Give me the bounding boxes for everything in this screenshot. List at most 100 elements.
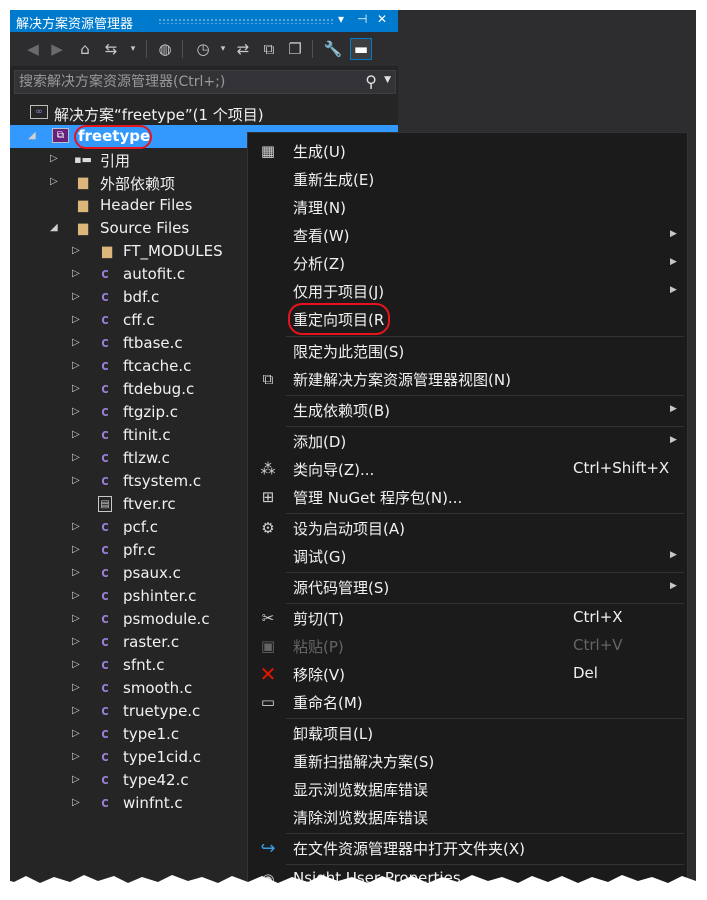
c-file-icon: c [100,703,110,719]
expand-arrow-icon[interactable]: ▷ [72,452,80,463]
menu-item-rescan-solution[interactable]: 重新扫描解决方案(S) [248,747,687,775]
expand-arrow-icon[interactable]: ▷ [72,475,80,486]
title-drag-grip[interactable] [158,18,334,24]
expand-arrow-icon[interactable]: ▷ [72,567,80,578]
cpp-project-icon: ⧉ [52,128,69,143]
menu-item-clean[interactable]: 清理(N) [248,193,687,221]
expand-arrow-icon[interactable]: ▷ [50,153,58,164]
menu-item-manage-nuget[interactable]: ⊞ 管理 NuGet 程序包(N)... [248,483,687,511]
menu-item-label: 查看(W) [293,227,350,245]
resource-file-icon: ▤ [98,496,112,512]
sync-with-document-icon[interactable]: ⇄ [232,38,254,60]
tree-item-label: ftinit.c [123,426,171,444]
window-position-dropdown[interactable]: ▾ [338,12,344,26]
expand-arrow-icon[interactable]: ▷ [72,659,80,670]
show-all-files-icon[interactable]: ❐ [284,38,306,60]
class-wizard-icon: ⁂ [260,460,276,478]
expand-arrow-icon[interactable]: ▷ [72,682,80,693]
expand-arrow-icon[interactable]: ▷ [72,613,80,624]
properties-wrench-icon[interactable]: 🔧 [322,38,344,60]
menu-item-add[interactable]: 添加(D) ▶ [248,427,687,455]
search-icon[interactable]: ⚲ [365,72,377,91]
expand-arrow-icon[interactable]: ▷ [72,590,80,601]
menu-item-remove[interactable]: ✕ 移除(V) Del [248,660,687,688]
menu-item-class-wizard[interactable]: ⁂ 类向导(Z)... Ctrl+Shift+X [248,455,687,483]
expand-arrow-icon[interactable]: ▷ [72,291,80,302]
expand-arrow-icon[interactable]: ▷ [72,406,80,417]
menu-item-debug[interactable]: 调试(G) ▶ [248,542,687,570]
menu-item-label: 管理 NuGet 程序包(N)... [293,489,463,507]
tree-item-label: type1cid.c [123,748,202,766]
search-box[interactable]: ⚲ ▼ [14,70,396,94]
close-panel-icon[interactable]: ✕ [377,12,387,26]
submenu-arrow-icon: ▶ [670,404,677,414]
expand-arrow-icon[interactable]: ▷ [72,705,80,716]
pending-changes-filter-icon[interactable]: ◷ [192,38,214,60]
collapse-arrow-icon[interactable]: ◢ [28,130,36,141]
c-file-icon: c [100,335,110,351]
expand-arrow-icon[interactable]: ▷ [50,176,58,187]
menu-item-open-in-explorer[interactable]: ↪ 在文件资源管理器中打开文件夹(X) [248,834,687,862]
c-file-icon: c [100,542,110,558]
collapse-arrow-icon[interactable]: ◢ [50,222,58,233]
back-icon[interactable]: ◀ [22,38,44,60]
globe-icon[interactable]: ◍ [154,38,176,60]
switch-views-dropdown-icon[interactable]: ▾ [122,38,144,60]
menu-item-cut[interactable]: ✂ 剪切(T) Ctrl+X [248,604,687,632]
expand-arrow-icon[interactable]: ▷ [72,337,80,348]
expand-arrow-icon[interactable]: ▷ [72,314,80,325]
expand-arrow-icon[interactable]: ▷ [72,360,80,371]
filter-folder-icon: ▆ [102,243,112,259]
search-options-dropdown-icon[interactable]: ▼ [384,75,391,85]
expand-arrow-icon[interactable]: ▷ [72,245,80,256]
home-icon[interactable]: ⌂ [74,38,96,60]
filter-dropdown-icon[interactable]: ▾ [212,38,234,60]
menu-item-rebuild[interactable]: 重新生成(E) [248,165,687,193]
menu-item-rename[interactable]: ▭ 重命名(M) [248,688,687,716]
menu-item-project-only[interactable]: 仅用于项目(J) ▶ [248,277,687,305]
expand-arrow-icon[interactable]: ▷ [72,636,80,647]
expand-arrow-icon[interactable]: ▷ [72,544,80,555]
expand-arrow-icon[interactable]: ▷ [72,728,80,739]
menu-item-source-control[interactable]: 源代码管理(S) ▶ [248,573,687,601]
preview-selected-items-icon[interactable]: ▬ [350,38,372,60]
remove-x-icon: ✕ [259,662,277,686]
auto-hide-pin-icon[interactable]: ⊣ [357,12,367,26]
expand-arrow-icon[interactable]: ▷ [72,797,80,808]
panel-title-bar[interactable]: 解决方案资源管理器 ▾ ⊣ ✕ [10,10,398,32]
tree-item-label: 解决方案“freetype”(1 个项目) [54,106,264,124]
highlight-ring-retarget [288,303,390,335]
tree-item-solution[interactable]: ∞ 解决方案“freetype”(1 个项目) [10,102,398,125]
search-input[interactable] [19,73,349,91]
c-file-icon: c [100,358,110,374]
menu-item-new-explorer-view[interactable]: ⧉ 新建解决方案资源管理器视图(N) [248,365,687,393]
menu-item-view[interactable]: 查看(W) ▶ [248,221,687,249]
c-file-icon: c [100,726,110,742]
menu-item-shortcut: Ctrl+X [573,608,623,626]
forward-icon[interactable]: ▶ [46,38,68,60]
menu-item-scope-to-this[interactable]: 限定为此范围(S) [248,337,687,365]
menu-item-show-browse-errors[interactable]: 显示浏览数据库错误 [248,775,687,803]
menu-item-unload[interactable]: 卸载项目(L) [248,719,687,747]
expand-arrow-icon[interactable]: ▷ [72,521,80,532]
menu-item-clear-browse-errors[interactable]: 清除浏览数据库错误 [248,803,687,831]
menu-item-set-startup[interactable]: ⚙ 设为启动项目(A) [248,514,687,542]
menu-item-analyze[interactable]: 分析(Z) ▶ [248,249,687,277]
tree-item-label: psaux.c [123,564,181,582]
menu-item-build-dependencies[interactable]: 生成依赖项(B) ▶ [248,396,687,424]
tree-item-label: winfnt.c [123,794,183,812]
switch-views-icon[interactable]: ⇆ [100,38,122,60]
nuget-package-icon: ⊞ [261,488,275,506]
collapse-all-icon[interactable]: ⧉ [258,38,280,60]
expand-arrow-icon[interactable]: ▷ [72,268,80,279]
expand-arrow-icon[interactable]: ▷ [72,383,80,394]
open-folder-arrow-icon: ↪ [260,837,276,859]
expand-arrow-icon[interactable]: ▷ [72,429,80,440]
c-file-icon: c [100,312,110,328]
tree-item-label: sfnt.c [123,656,165,674]
build-icon: ▦ [260,142,276,160]
expand-arrow-icon[interactable]: ▷ [72,751,80,762]
menu-item-build[interactable]: ▦ 生成(U) [248,137,687,165]
expand-arrow-icon[interactable]: ▷ [72,774,80,785]
panel-title: 解决方案资源管理器 [16,17,134,32]
